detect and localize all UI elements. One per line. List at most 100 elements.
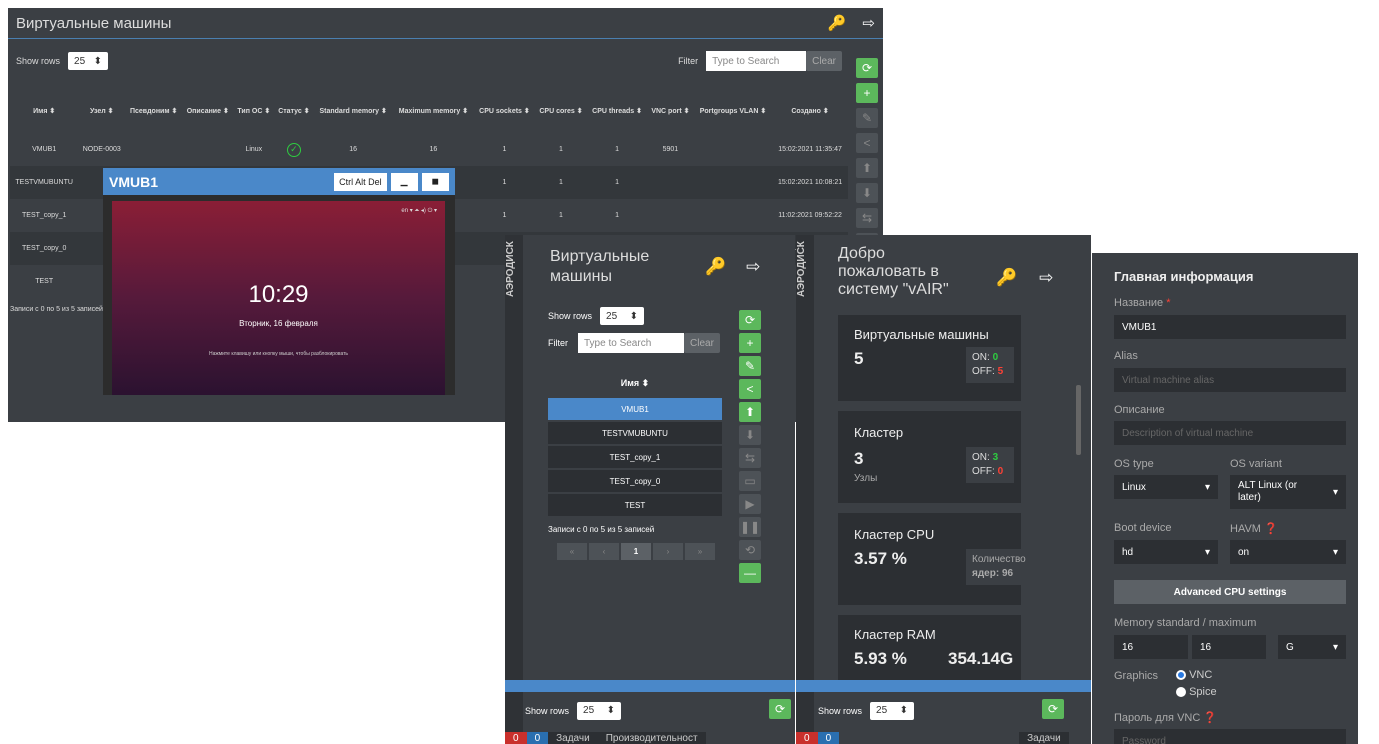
console-button[interactable]: ▭ xyxy=(739,471,761,491)
description-input[interactable]: Description of virtual machine xyxy=(1114,421,1346,445)
migrate-button[interactable]: ⇆ xyxy=(739,448,761,468)
share-button[interactable]: < xyxy=(856,133,878,153)
download-button[interactable]: ⬇ xyxy=(856,183,878,203)
table-row[interactable]: VMUB1 NODE-0003 Linux ✓ 16 16 1 1 1 5901 15:02:202… xyxy=(10,133,848,166)
key-icon[interactable]: 🔑 xyxy=(705,257,726,277)
refresh-button[interactable]: ⟳ xyxy=(1042,699,1065,719)
refresh-button[interactable]: ⟳ xyxy=(739,310,761,330)
info-count-badge[interactable]: 0 xyxy=(526,732,549,744)
download-button[interactable]: ⬇ xyxy=(739,425,761,445)
list-item[interactable]: VMUB1 xyxy=(548,398,722,420)
edit-button[interactable]: ✎ xyxy=(856,108,878,128)
add-button[interactable]: + xyxy=(856,83,878,103)
column-header[interactable]: Тип ОС ⬍ xyxy=(233,88,274,133)
column-header[interactable]: Псевдоним ⬍ xyxy=(125,88,182,133)
clear-button[interactable]: Clear xyxy=(806,51,842,71)
alias-input[interactable]: Virtual machine alias xyxy=(1114,368,1346,392)
cluster-card[interactable]: Кластер 3 Узлы ON: 3 OFF: 0 xyxy=(838,411,1021,503)
tab-tasks[interactable]: Задачи xyxy=(1019,732,1069,744)
page-button[interactable]: 1 xyxy=(621,543,651,560)
column-header[interactable]: Статус ⬍ xyxy=(274,88,313,133)
column-header[interactable]: Описание ⬍ xyxy=(182,88,233,133)
vnc-window[interactable]: VMUB1 Ctrl Alt Del ▁ ◼ en ▾ ⏶ ◂) ⏻ ▾ 10:… xyxy=(103,168,455,395)
vm-summary-card[interactable]: Виртуальные машины 5 ON: 0 OFF: 5 xyxy=(838,315,1021,401)
graphics-vnc-option[interactable]: VNC xyxy=(1176,669,1212,681)
list-item[interactable]: TEST_copy_0 xyxy=(548,470,722,492)
cluster-cpu-card[interactable]: Кластер CPU 3.57 % Количество ядер: 96 xyxy=(838,513,1032,605)
list-item[interactable]: TEST xyxy=(548,494,722,516)
refresh-button[interactable]: ⟳ xyxy=(769,699,792,719)
boot-device-select[interactable]: hd ▾ xyxy=(1114,540,1218,564)
show-rows-select[interactable]: 25 ⬍ xyxy=(577,701,622,720)
share-button[interactable]: < xyxy=(739,379,761,399)
node-count: 3 xyxy=(854,449,864,468)
column-header[interactable]: Maximum memory ⬍ xyxy=(393,88,474,133)
havm-select[interactable]: on ▾ xyxy=(1230,540,1346,564)
column-header[interactable]: VNC port ⬍ xyxy=(647,88,694,133)
page-button[interactable]: « xyxy=(557,543,587,560)
error-count-badge[interactable]: 0 xyxy=(796,732,818,744)
clear-button[interactable]: Clear xyxy=(684,333,720,353)
refresh-button[interactable]: ⟳ xyxy=(856,58,878,78)
filter-input[interactable]: Type to Search xyxy=(578,333,684,353)
logout-icon[interactable]: ⇨ xyxy=(1039,268,1053,288)
column-header[interactable]: Создано ⬍ xyxy=(772,88,848,133)
vnc-password-input[interactable]: Password xyxy=(1114,729,1346,744)
scrollbar[interactable] xyxy=(1076,385,1081,455)
show-rows-select[interactable]: 25 ⬍ xyxy=(68,52,109,70)
column-header[interactable]: CPU threads ⬍ xyxy=(587,88,647,133)
edit-button[interactable]: ✎ xyxy=(739,356,761,376)
os-type-select[interactable]: Linux ▾ xyxy=(1114,475,1218,499)
page-button[interactable]: › xyxy=(653,543,683,560)
name-column-header[interactable]: Имя ⬍ xyxy=(548,368,722,398)
show-rows-label: Show rows xyxy=(548,311,593,321)
tab-performance[interactable]: Производительност xyxy=(597,732,706,744)
show-rows-select[interactable]: 25 ⬍ xyxy=(600,307,645,325)
restart-button[interactable]: ⟲ xyxy=(739,540,761,560)
vnc-titlebar[interactable]: VMUB1 Ctrl Alt Del ▁ ◼ xyxy=(103,168,455,195)
name-input[interactable]: VMUB1 xyxy=(1114,315,1346,339)
error-count-badge[interactable]: 0 xyxy=(505,732,527,744)
tab-tasks[interactable]: Задачи xyxy=(548,732,598,744)
help-icon[interactable]: ❓ xyxy=(1203,712,1217,724)
remove-button[interactable]: — xyxy=(739,563,761,583)
add-button[interactable]: + xyxy=(739,333,761,353)
upload-button[interactable]: ⬆ xyxy=(856,158,878,178)
column-header[interactable]: Узел ⬍ xyxy=(78,88,125,133)
info-count-badge[interactable]: 0 xyxy=(817,732,840,744)
on-stat: ON: 0 xyxy=(972,351,1008,365)
maximize-button[interactable]: ◼ xyxy=(421,172,449,191)
minimize-button[interactable]: ▁ xyxy=(390,172,418,191)
cluster-ram-card[interactable]: Кластер RAM 5.93 % 354.14G xyxy=(838,615,1021,685)
show-rows-select[interactable]: 25 ⬍ xyxy=(870,701,915,720)
filter-input[interactable]: Type to Search xyxy=(706,51,807,71)
page-button[interactable]: ‹ xyxy=(589,543,619,560)
column-header[interactable]: CPU cores ⬍ xyxy=(535,88,587,133)
upload-button[interactable]: ⬆ xyxy=(739,402,761,422)
vnc-screen[interactable]: en ▾ ⏶ ◂) ⏻ ▾ 10:29 Вторник, 16 февраля … xyxy=(112,201,445,395)
column-header[interactable]: Имя ⬍ xyxy=(10,88,78,133)
resize-handle[interactable] xyxy=(505,680,795,692)
list-item[interactable]: TEST_copy_1 xyxy=(548,446,722,468)
pause-button[interactable]: ❚❚ xyxy=(739,517,761,537)
key-icon[interactable]: 🔑 xyxy=(828,14,847,32)
start-button[interactable]: ▶ xyxy=(739,494,761,514)
logout-icon[interactable]: ⇨ xyxy=(862,14,875,32)
resize-handle[interactable] xyxy=(796,680,1091,692)
column-header[interactable]: CPU sockets ⬍ xyxy=(474,88,535,133)
ctrl-alt-del-button[interactable]: Ctrl Alt Del xyxy=(334,172,387,191)
column-header[interactable]: Standard memory ⬍ xyxy=(314,88,393,133)
key-icon[interactable]: 🔑 xyxy=(996,268,1017,288)
graphics-spice-option[interactable]: Spice xyxy=(1176,686,1217,698)
advanced-cpu-button[interactable]: Advanced CPU settings xyxy=(1114,580,1346,604)
os-variant-select[interactable]: ALT Linux (or later) ▾ xyxy=(1230,475,1346,509)
memory-standard-input[interactable]: 16 xyxy=(1114,635,1188,659)
migrate-button[interactable]: ⇆ xyxy=(856,208,878,228)
logout-icon[interactable]: ⇨ xyxy=(746,257,760,277)
page-button[interactable]: » xyxy=(685,543,715,560)
memory-unit-select[interactable]: G ▾ xyxy=(1278,635,1346,659)
memory-maximum-input[interactable]: 16 xyxy=(1192,635,1266,659)
list-item[interactable]: TESTVMUBUNTU xyxy=(548,422,722,444)
column-header[interactable]: Portgroups VLAN ⬍ xyxy=(694,88,772,133)
help-icon[interactable]: ❓ xyxy=(1264,523,1278,535)
